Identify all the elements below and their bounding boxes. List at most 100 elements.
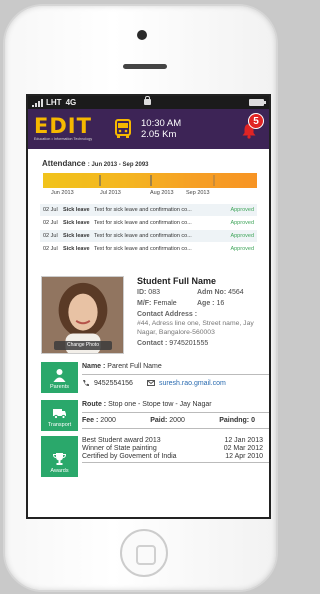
network-label: 4G [65,98,77,107]
leave-list: 02 Jul Sick leave Text for sick leave an… [40,204,257,256]
month-label: Jun 2013 [51,190,74,196]
divider [82,428,269,429]
award-date: 12 Jan 2013 [224,437,263,444]
month-label: Sep 2013 [186,190,210,196]
fee-value: 2000 [100,417,116,424]
leave-description: Text for sick leave and confirmation co.… [94,233,192,239]
signal-icon [32,98,43,107]
attendance-marker [99,175,101,186]
leave-description: Text for sick leave and confirmation co.… [94,207,192,213]
trip-info: 10:30 AM 2.05 Km [141,118,181,140]
award-date: 02 Mar 2012 [223,445,263,452]
id-label: ID: [137,289,147,296]
divider [82,462,269,463]
award-title: Certified by Govement of India [82,453,177,460]
age-label: Age : [197,300,215,307]
student-photo: Change Photo [41,276,124,354]
leave-type: Sick leave [63,207,90,213]
parents-tile[interactable]: Parents [41,362,78,393]
awards-tile[interactable]: Awards [41,436,78,477]
list-item[interactable]: 02 Jul Sick leave Text for sick leave an… [40,204,257,217]
leave-date: 02 Jul [43,207,58,213]
student-info: Student Full Name ID: 083 Adm No: 4564 M… [137,276,262,354]
transport-details: Route : Stop one - Stope tow - Jay Nagar… [78,400,269,433]
notification-badge[interactable]: 5 [248,113,264,129]
awards-tile-label: Awards [50,468,69,474]
logo[interactable]: EDIT Education • Information Technology [34,114,98,142]
parents-details: Name : Parent Full Name 9452554156 sures… [78,362,269,393]
status-bar: LHT 4G [28,96,269,109]
attendance-bar[interactable] [43,173,257,188]
transport-tile-label: Transport [47,422,72,428]
gender-label: M/F: [137,300,152,307]
trophy-icon [52,453,67,465]
app-header: EDIT Education • Information Technology … [28,109,269,149]
route-value: Stop one - Stope tow - Jay Nagar [108,401,212,408]
camera-icon [137,30,147,40]
parents-section: Parents Name : Parent Full Name 94525541… [41,362,269,393]
phone-icon [83,380,89,387]
list-item: Winner of State painting 02 Mar 2012 [82,445,269,452]
pending-label: Paindng: [219,417,250,424]
trip-distance: 2.05 Km [141,129,177,140]
truck-icon [53,409,66,420]
paid-label: Paid: [150,417,168,424]
student-profile: Change Photo Student Full Name ID: 083 A… [41,276,269,354]
award-title: Best Student award 2013 [82,437,161,444]
app-screen: LHT 4G EDIT Education • Information Tech… [26,94,271,519]
bus-icon[interactable] [113,118,133,140]
award-date: 12 Apr 2010 [225,453,263,460]
leave-description: Text for sick leave and confirmation co.… [94,246,192,252]
leave-type: Sick leave [63,233,90,239]
parent-email[interactable]: suresh.rao.gmail.com [159,380,226,387]
month-label: Aug 2013 [150,190,174,196]
parent-phone[interactable]: 9452554156 [94,380,133,387]
logo-tagline: Education • Information Technology [34,137,93,141]
awards-section: Awards Best Student award 2013 12 Jan 20… [41,436,269,477]
admission-number: 4564 [228,289,244,296]
carrier-label: LHT [46,98,62,107]
home-button[interactable] [120,529,168,577]
attendance-range: : Jun 2013 - Sep 2093 [87,162,149,168]
leave-date: 02 Jul [43,246,58,252]
award-title: Winner of State painting [82,445,157,452]
change-photo-button[interactable]: Change Photo [54,341,112,350]
leave-type: Sick leave [63,246,90,252]
list-item[interactable]: 02 Jul Sick leave Text for sick leave an… [40,230,257,243]
student-contact: 9745201555 [169,340,209,347]
attendance-heading: Attendance : Jun 2013 - Sep 2093 [42,159,269,168]
leave-date: 02 Jul [43,233,58,239]
transport-section: Transport Route : Stop one - Stope tow -… [41,400,269,433]
address-label: Contact Address : [137,311,198,318]
person-icon [53,369,66,382]
student-name: Student Full Name [137,276,217,286]
awards-list: Best Student award 2013 12 Jan 2013 Winn… [78,436,269,477]
parent-name: Parent Full Name [107,363,162,370]
leave-type: Sick leave [63,220,90,226]
lock-icon [144,96,151,105]
list-item[interactable]: 02 Jul Sick leave Text for sick leave an… [40,243,257,256]
month-label: Jul 2013 [100,190,121,196]
leave-date: 02 Jul [43,220,58,226]
status-badge: Approved [230,207,254,213]
logo-text: EDIT [34,114,92,138]
speaker-grille [123,64,167,69]
list-item: Certified by Govement of India 12 Apr 20… [82,453,269,460]
student-gender: Female [153,300,177,307]
transport-tile[interactable]: Transport [41,400,78,431]
student-address: #44, Adress line one, Street name, Jay N… [137,320,254,336]
paid-value: 2000 [169,417,185,424]
divider [82,412,269,413]
route-label: Route : [82,401,107,408]
trip-time: 10:30 AM [141,118,182,129]
leave-description: Text for sick leave and confirmation co.… [94,220,192,226]
mail-icon [146,380,155,386]
status-badge: Approved [230,220,254,226]
attendance-marker [213,175,215,186]
divider [82,374,269,375]
contact-label: Contact : [137,340,168,347]
student-id: 083 [148,289,160,296]
battery-icon [249,99,266,106]
list-item[interactable]: 02 Jul Sick leave Text for sick leave an… [40,217,257,230]
student-age: 16 [216,300,225,307]
